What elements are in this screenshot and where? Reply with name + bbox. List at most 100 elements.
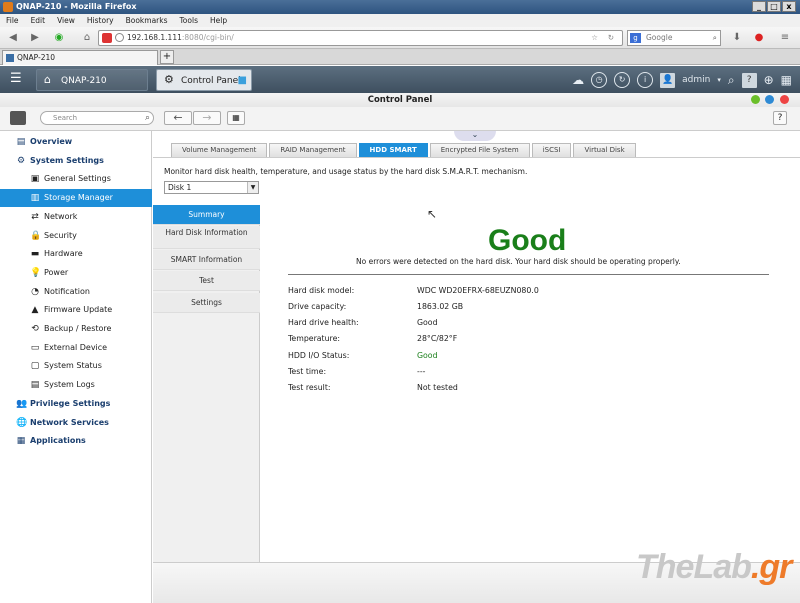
sidebar-item-general-settings[interactable]: ▣ General Settings bbox=[0, 170, 152, 188]
forward-button[interactable]: → bbox=[193, 111, 221, 125]
google-icon: g bbox=[630, 33, 641, 43]
sidebar-item-system-status[interactable]: ▢ System Status bbox=[0, 357, 152, 375]
language-icon[interactable]: ⊕ bbox=[764, 73, 774, 87]
adblock-icon[interactable]: ● bbox=[752, 31, 766, 45]
disk-select[interactable]: Disk 1 ▼ bbox=[164, 181, 259, 194]
disk-select-value: Disk 1 bbox=[168, 183, 192, 192]
sidebar-item-system-logs[interactable]: ▤ System Logs bbox=[0, 376, 152, 394]
menu-icon[interactable]: ≡ bbox=[778, 31, 792, 45]
download-icon[interactable]: ⬇ bbox=[730, 31, 744, 45]
menu-help[interactable]: Help bbox=[210, 14, 227, 27]
view-toggle-button[interactable] bbox=[10, 111, 26, 125]
info-row: Temperature: 28°C/82°F bbox=[288, 333, 457, 345]
menu-bookmarks[interactable]: Bookmarks bbox=[126, 14, 168, 27]
url-host: 192.168.1.111 bbox=[127, 33, 182, 42]
sidebar-item-overview[interactable]: ▤ Overview bbox=[0, 133, 152, 151]
background-tasks-icon[interactable]: ◷ bbox=[591, 72, 608, 88]
browser-tab[interactable]: QNAP-210 bbox=[2, 50, 158, 65]
menu-history[interactable]: History bbox=[87, 14, 114, 27]
tab-encrypted-file-system[interactable]: Encrypted File System bbox=[429, 143, 530, 157]
collapse-chevron-icon[interactable]: ⌄ bbox=[454, 131, 496, 141]
search-input[interactable]: Search ⌕ bbox=[40, 111, 154, 125]
window-restore-icon[interactable] bbox=[765, 95, 774, 104]
info-value: Not tested bbox=[417, 383, 458, 392]
back-icon[interactable]: ◀ bbox=[6, 31, 20, 45]
tab-hdd-smart[interactable]: HDD SMART bbox=[358, 143, 428, 157]
nav-hard-disk-information[interactable]: Hard Disk Information bbox=[153, 226, 260, 249]
hamburger-menu-icon[interactable]: ☰ bbox=[10, 72, 26, 86]
sidebar-item-label: Network Services bbox=[30, 417, 109, 427]
control-panel-tab[interactable]: ⚙ Control Panel ■ bbox=[156, 69, 252, 91]
sidebar-item-external-device[interactable]: ▭ External Device bbox=[0, 339, 152, 357]
sidebar-item-security[interactable]: 🔒 Security bbox=[0, 227, 152, 245]
tab-virtual-disk[interactable]: Virtual Disk bbox=[573, 143, 636, 157]
grid-view-icon[interactable]: ▦ bbox=[227, 111, 245, 125]
nav-test[interactable]: Test bbox=[153, 271, 260, 291]
mouse-cursor-icon: ↖ bbox=[427, 207, 438, 221]
sidebar-item-privilege-settings[interactable]: 👥 Privilege Settings bbox=[0, 395, 152, 413]
close-button[interactable]: x bbox=[782, 1, 796, 12]
search-icon[interactable]: ⌕ bbox=[728, 73, 735, 88]
tab-raid-management[interactable]: RAID Management bbox=[269, 143, 357, 157]
control-panel-icon: ⚙ bbox=[164, 73, 174, 86]
watermark-text: TheLab bbox=[636, 548, 752, 586]
sidebar-item-backup-restore[interactable]: ⟲ Backup / Restore bbox=[0, 320, 152, 338]
qnap-home-tab[interactable]: ⌂ QNAP-210 bbox=[36, 69, 148, 91]
tab-favicon-icon bbox=[6, 54, 14, 62]
search-icon[interactable]: ⌕ bbox=[713, 31, 717, 45]
new-tab-button[interactable]: + bbox=[160, 50, 174, 64]
window-minimize-icon[interactable] bbox=[751, 95, 760, 104]
sidebar-item-applications[interactable]: ▦ Applications bbox=[0, 432, 152, 450]
sidebar-item-storage-manager[interactable]: ▥ Storage Manager bbox=[0, 189, 152, 208]
maximize-button[interactable]: □ bbox=[767, 1, 781, 12]
close-tab-icon[interactable]: ■ bbox=[238, 70, 247, 92]
bookmark-star-icon[interactable]: ☆ bbox=[591, 31, 598, 45]
menu-file[interactable]: File bbox=[6, 14, 19, 27]
sidebar-item-notification[interactable]: ◔ Notification bbox=[0, 283, 152, 301]
addon-icon[interactable]: ◉ bbox=[52, 31, 66, 45]
sidebar-item-label: General Settings bbox=[44, 174, 111, 184]
sidebar-item-firmware-update[interactable]: ▲ Firmware Update bbox=[0, 301, 152, 319]
window-close-icon[interactable] bbox=[780, 95, 789, 104]
nav-smart-information[interactable]: SMART Information bbox=[153, 250, 260, 270]
url-bar[interactable]: 192.168.1.111:8080/cgi-bin/ ☆ ↻ bbox=[98, 30, 623, 46]
divider bbox=[288, 274, 769, 275]
search-icon: ⌕ bbox=[144, 113, 150, 123]
options-grid-icon[interactable]: ▦ bbox=[781, 73, 792, 87]
reload-icon[interactable]: ↻ bbox=[608, 31, 614, 45]
avatar[interactable]: 👤 bbox=[660, 72, 676, 88]
page-title: Control Panel bbox=[0, 93, 800, 107]
help-icon[interactable]: ? bbox=[741, 72, 757, 88]
sidebar-item-label: External Device bbox=[44, 342, 108, 352]
menu-tools[interactable]: Tools bbox=[180, 14, 198, 27]
info-label: Drive capacity: bbox=[288, 302, 347, 311]
home-icon[interactable]: ⌂ bbox=[80, 31, 94, 45]
event-notification-icon[interactable]: i bbox=[637, 72, 654, 88]
notification-icon: ◔ bbox=[31, 286, 39, 297]
sidebar-item-network[interactable]: ⇄ Network bbox=[0, 208, 152, 226]
backup-icon: ⟲ bbox=[31, 324, 39, 334]
tab-volume-management[interactable]: Volume Management bbox=[171, 143, 268, 157]
tab-iscsi[interactable]: iSCSI bbox=[531, 143, 572, 157]
info-label: Test result: bbox=[288, 383, 331, 392]
help-button[interactable]: ? bbox=[773, 111, 787, 125]
chevron-down-icon: ▼ bbox=[247, 182, 258, 193]
info-row: HDD I/O Status: Good bbox=[288, 350, 438, 362]
chevron-down-icon[interactable]: ▾ bbox=[717, 76, 721, 84]
info-value: Good bbox=[417, 318, 438, 327]
nav-summary[interactable]: Summary bbox=[153, 205, 260, 225]
menu-edit[interactable]: Edit bbox=[31, 14, 46, 27]
sidebar-item-network-services[interactable]: 🌐 Network Services bbox=[0, 414, 152, 432]
sidebar-item-system-settings[interactable]: ⚙ System Settings bbox=[0, 152, 152, 170]
search-input[interactable]: g Google ⌕ bbox=[627, 30, 721, 46]
nav-settings[interactable]: Settings bbox=[153, 293, 260, 313]
cloud-icon[interactable]: ☁ bbox=[572, 73, 584, 87]
sidebar-item-hardware[interactable]: ▬ Hardware bbox=[0, 245, 152, 263]
external-device-icon[interactable]: ↻ bbox=[614, 72, 631, 88]
back-button[interactable]: ← bbox=[164, 111, 192, 125]
forward-icon[interactable]: ▶ bbox=[28, 31, 42, 45]
sidebar-item-power[interactable]: 💡 Power bbox=[0, 264, 152, 282]
menu-view[interactable]: View bbox=[57, 14, 75, 27]
minimize-button[interactable]: _ bbox=[752, 1, 766, 12]
user-menu[interactable]: admin bbox=[682, 75, 710, 85]
